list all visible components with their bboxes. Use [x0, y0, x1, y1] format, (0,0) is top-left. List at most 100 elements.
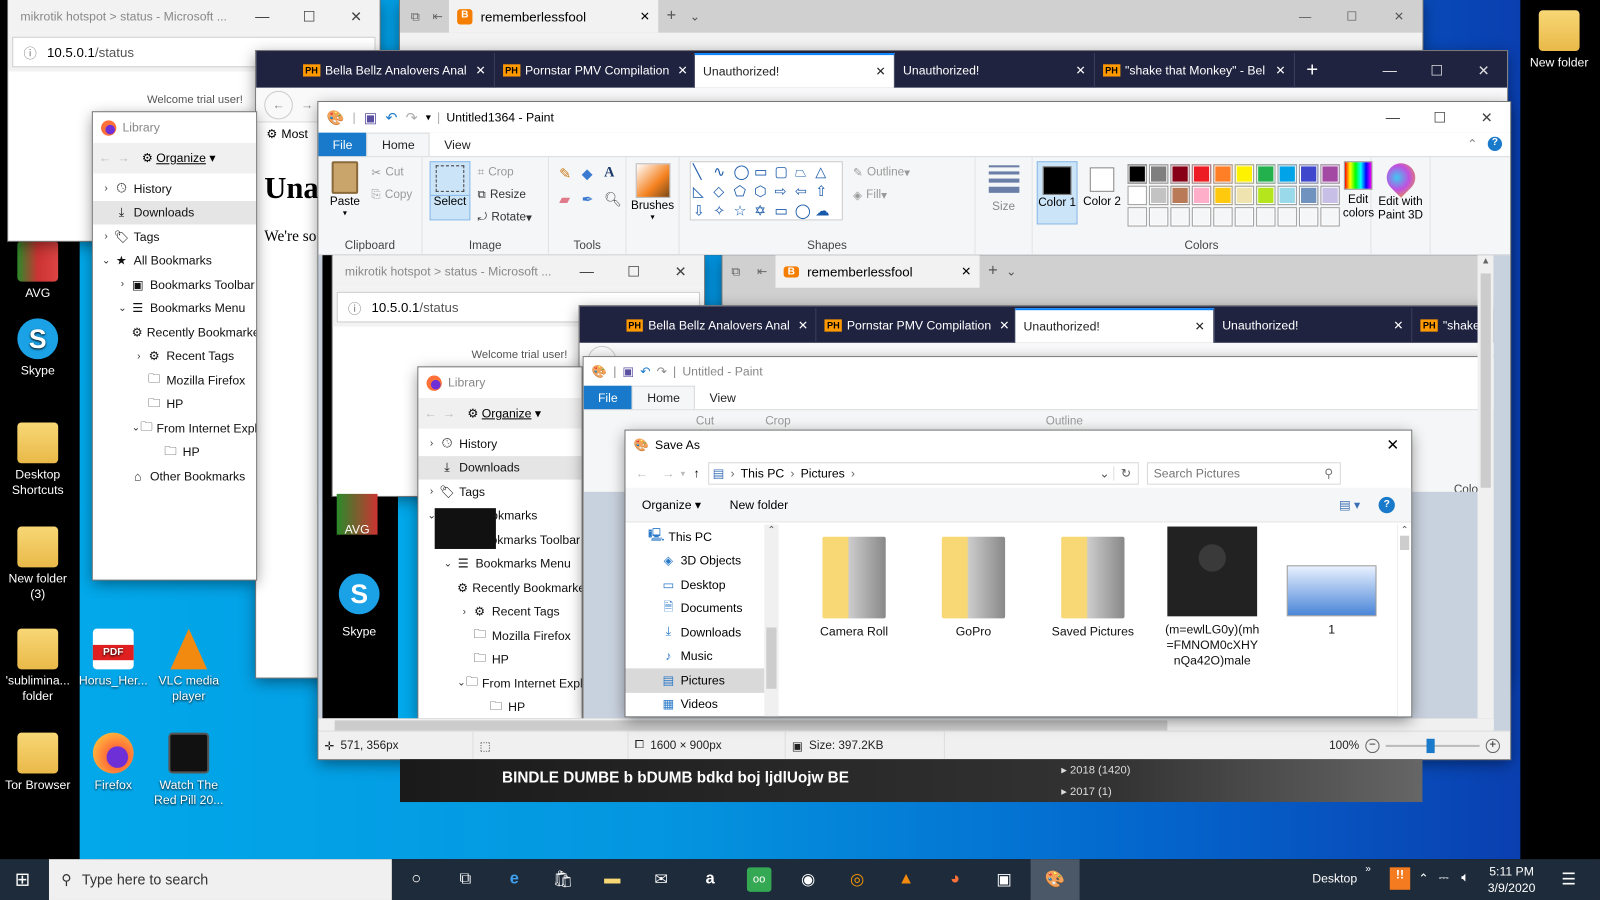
desktop-icon-tor-browser[interactable]: Tor Browser	[0, 732, 76, 793]
back-button[interactable]: ←	[99, 151, 111, 165]
shapes-gallery[interactable]: ╲ ∿ ◯ ▭ ▢ ⏢ △ ◺ ◇ ⬠ ⬡ ⇨ ⇦ ⇧ ⇩ ✧ ☆ ✡ ▭ ◯ ☁	[689, 161, 843, 221]
new-tab-button[interactable]: +	[658, 0, 685, 33]
file-item[interactable]: 1	[1283, 535, 1381, 638]
search-input[interactable]: Search Pictures ⚲	[1146, 462, 1341, 485]
color-swatch[interactable]	[1320, 185, 1340, 206]
nav-pane-item[interactable]: ◈ 3D Objects	[626, 548, 765, 572]
close-tab-icon[interactable]: ✕	[1267, 63, 1285, 77]
scrollbar-thumb[interactable]	[766, 627, 777, 689]
file-list-scrollbar[interactable]: ⌃	[1396, 524, 1412, 717]
library-tree-item[interactable]: 🗀 HP	[93, 440, 256, 464]
tab-view[interactable]: View	[430, 133, 485, 156]
resize-button[interactable]: ⧉ Resize	[478, 184, 532, 206]
collapse-ribbon-icon[interactable]: ⌃	[1467, 133, 1487, 156]
firefox-tab-active[interactable]: Unauthorized! ✕	[694, 53, 895, 88]
color-swatch[interactable]	[1213, 164, 1233, 184]
color-swatch[interactable]	[1170, 185, 1190, 206]
notification-app-icon[interactable]: !!	[1389, 867, 1411, 890]
expand-toggle-icon[interactable]: ›	[424, 438, 438, 449]
color-app-icon[interactable]: ◎	[845, 867, 869, 891]
firefox-tab[interactable]: PH Bella Bellz Analovers Anal ✕	[295, 53, 495, 88]
desktop-icon-pdf[interactable]: PDF Horus_Her...	[76, 628, 152, 689]
organize-button[interactable]: Organize ▾	[642, 497, 701, 511]
color-swatch[interactable]	[1320, 207, 1340, 227]
camera-app-icon[interactable]: ◉	[796, 867, 820, 891]
tab-list-icon[interactable]: ⧉	[404, 0, 426, 33]
edge-icon[interactable]: e	[502, 867, 526, 891]
library-tree-item[interactable]: › 🏷︎ Tags	[418, 480, 581, 504]
minimize-button[interactable]: —	[1282, 0, 1329, 33]
firefox-tab[interactable]: PH "shake that Monkey" - Bel ✕	[1095, 53, 1295, 88]
back-button[interactable]: ←	[636, 466, 648, 480]
color-swatch[interactable]	[1191, 185, 1212, 206]
expand-toggle-icon[interactable]: ›	[424, 486, 438, 497]
brushes-group[interactable]: Brushes ▾	[627, 157, 680, 255]
desktop-icon-desktop-shortcuts[interactable]: Desktop Shortcuts	[0, 422, 76, 498]
nav-pane-item[interactable]: 🗎 Documents	[626, 596, 765, 620]
color-swatch[interactable]	[1191, 207, 1212, 227]
library-tree-item[interactable]: ⤓ Downloads	[418, 455, 582, 480]
library-tree-item[interactable]: ⌄ ☰ Bookmarks Menu	[418, 552, 581, 576]
library-tree-item[interactable]: ›▣ Bookmarks Toolbar	[93, 272, 256, 296]
color-swatch[interactable]	[1127, 185, 1147, 206]
power-icon[interactable]: ⎓	[1439, 870, 1449, 885]
file-item[interactable]: Saved Pictures	[1044, 535, 1142, 640]
close-tab-icon[interactable]: ✕	[669, 63, 687, 77]
breadcrumb-item[interactable]: Pictures	[801, 466, 845, 480]
new-tab-button[interactable]: +	[1295, 53, 1330, 88]
organize-menu[interactable]: ⚙ Organize ▾	[142, 151, 216, 165]
recent-dropdown[interactable]: ▾	[681, 468, 686, 479]
color-swatch[interactable]	[1277, 185, 1297, 206]
app-window-icon[interactable]: ▣	[992, 867, 1016, 891]
pencil-tool-icon[interactable]: ✎	[559, 165, 581, 182]
expand-toggle-icon[interactable]: ⌄	[99, 255, 113, 266]
library-tree-item[interactable]: ⤓ Downloads	[92, 200, 257, 225]
start-button[interactable]: ⊞	[10, 867, 34, 891]
quick-access-dropdown[interactable]: ▾	[426, 112, 431, 123]
vertical-scrollbar[interactable]: ▲	[1477, 255, 1494, 719]
library-tree-item[interactable]: 🗀 Mozilla Firefox	[93, 368, 256, 392]
nav-pane-item[interactable]: ▦ Videos	[626, 692, 765, 716]
color-swatch[interactable]	[1191, 164, 1212, 184]
library-tree-item[interactable]: ⚙ Recently Bookmarked	[418, 576, 581, 600]
show-hidden-icons[interactable]: ⌃	[1418, 871, 1428, 885]
paste-button[interactable]: Paste ▾	[327, 161, 364, 217]
maximize-button[interactable]: ☐	[1329, 0, 1376, 33]
color-swatch[interactable]	[1234, 207, 1255, 227]
color-swatch[interactable]	[1213, 207, 1233, 227]
cortana-icon[interactable]: ○	[404, 867, 428, 891]
zoom-in-button[interactable]: +	[1485, 738, 1500, 753]
color-swatch[interactable]	[1277, 207, 1297, 227]
close-button[interactable]: ✕	[1375, 0, 1422, 33]
library-tree-item[interactable]: › 🏷︎ Tags	[93, 224, 256, 248]
clock[interactable]: 5:11 PM 3/9/2020	[1488, 863, 1536, 896]
vlc-icon[interactable]: ▲	[894, 867, 918, 891]
color-swatch[interactable]	[1298, 185, 1319, 206]
close-button[interactable]: ✕	[333, 8, 380, 25]
fill-button[interactable]: ◈ Fill ▾	[853, 184, 910, 206]
close-tab-icon[interactable]: ✕	[467, 63, 485, 77]
color-swatch[interactable]	[1213, 185, 1233, 206]
nav-pane-scrollbar[interactable]: ⌃	[764, 524, 779, 717]
archive-item[interactable]: ▸ 2017 (1)	[1061, 785, 1112, 798]
up-button[interactable]: ↑	[693, 466, 699, 480]
desktop-icon-skype[interactable]: S Skype	[0, 318, 76, 378]
expand-toggle-icon[interactable]: ›	[99, 183, 113, 194]
maximize-button[interactable]: ☐	[1416, 109, 1463, 126]
store-icon[interactable]: 🛍︎	[551, 867, 575, 891]
file-explorer-icon[interactable]: ▬	[600, 867, 624, 891]
color-swatch[interactable]	[1256, 185, 1276, 206]
close-button[interactable]: ✕	[1374, 436, 1411, 454]
new-folder-button[interactable]: New folder	[730, 497, 789, 511]
forward-button[interactable]: →	[117, 151, 129, 165]
scrollbar-thumb[interactable]	[1480, 273, 1491, 488]
paint-taskbar-button[interactable]: 🎨	[1030, 859, 1080, 900]
mail-icon[interactable]: ✉	[649, 867, 673, 891]
color-picker-icon[interactable]: ✒	[582, 191, 604, 208]
color-swatch[interactable]	[1320, 164, 1340, 184]
library-tree-item[interactable]: 🗀 Mozilla Firefox	[418, 623, 581, 647]
file-item[interactable]: (m=ewlLG0y)(mh=FMNOM0cXHYnQa42O)male	[1163, 526, 1261, 669]
color-swatch[interactable]	[1148, 185, 1169, 206]
color-swatch[interactable]	[1256, 207, 1276, 227]
archive-item[interactable]: ▸ 2018 (1420)	[1061, 763, 1130, 776]
